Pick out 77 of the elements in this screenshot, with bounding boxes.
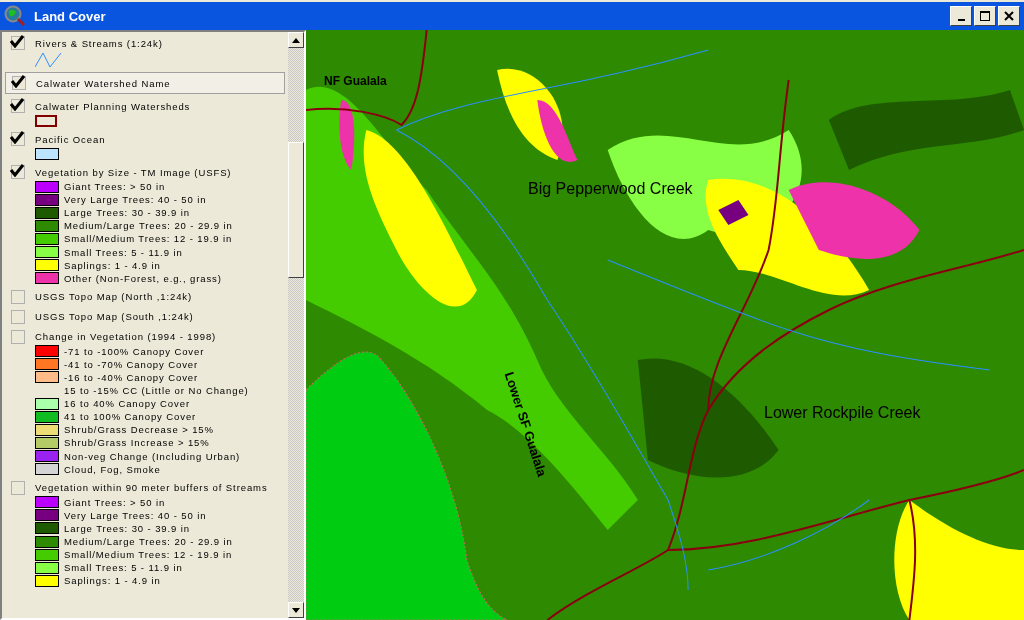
class-label: 41 to 100% Canopy Cover — [64, 411, 197, 423]
layer-checkbox[interactable] — [11, 132, 25, 146]
close-icon — [1004, 11, 1014, 21]
scroll-down-button[interactable] — [288, 602, 304, 618]
layer-name: Vegetation by Size - TM Image (USFS) — [35, 166, 232, 178]
class-label: Giant Trees: > 50 in — [64, 496, 166, 508]
class-label: -41 to -70% Canopy Cover — [64, 358, 199, 370]
class-label: Very Large Trees: 40 - 50 in — [64, 194, 207, 206]
layer-checkbox[interactable] — [11, 165, 25, 179]
class-label: Small Trees: 5 - 11.9 in — [64, 562, 183, 574]
scroll-up-button[interactable] — [288, 32, 304, 48]
class-label: Shrub/Grass Increase > 15% — [64, 437, 210, 449]
maximize-button[interactable] — [974, 6, 996, 26]
map-label: NF Gualala — [324, 74, 387, 88]
minimize-button[interactable] — [950, 6, 972, 26]
layer-name: USGS Topo Map (North ,1:24k) — [35, 291, 193, 303]
layer-row[interactable]: Vegetation by Size - TM Image (USFS) — [5, 164, 285, 180]
class-label: Large Trees: 30 - 39.9 in — [64, 522, 190, 534]
map-label: Lower Rockpile Creek — [764, 404, 921, 422]
layer-name: Calwater Watershed Name — [36, 77, 171, 89]
layer-row[interactable]: Vegetation within 90 meter buffers of Streams — [5, 479, 285, 496]
class-label: Shrub/Grass Decrease > 15% — [64, 424, 214, 436]
layer-name: Pacific Ocean — [35, 133, 106, 145]
maximize-icon — [980, 11, 990, 21]
globe-magnifier-icon — [4, 5, 26, 27]
layer-checkbox[interactable] — [11, 289, 25, 304]
layer-row[interactable]: Calwater Watershed Name — [5, 72, 285, 94]
class-label: Large Trees: 30 - 39.9 in — [64, 207, 190, 219]
layer-checkbox[interactable] — [11, 99, 25, 113]
checkmark-icon — [10, 98, 24, 111]
scroll-thumb[interactable] — [288, 142, 304, 278]
layer-checkbox[interactable] — [11, 329, 25, 344]
class-label: Small/Medium Trees: 12 - 19.9 in — [64, 549, 233, 561]
layer-name: USGS Topo Map (South ,1:24k) — [35, 311, 194, 323]
layer-name: Vegetation within 90 meter buffers of Streams — [35, 482, 268, 494]
checkmark-icon — [10, 164, 24, 177]
class-label: Other (Non-Forest, e.g., grass) — [64, 272, 222, 284]
window-title: Land Cover — [34, 8, 107, 24]
class-label: 16 to 40% Canopy Cover — [64, 398, 190, 410]
class-label: Non-veg Change (Including Urban) — [64, 450, 241, 462]
ocean-fill-swatch — [35, 148, 59, 160]
layer-row[interactable]: Pacific Ocean — [5, 131, 285, 147]
layer-checkbox[interactable] — [11, 36, 25, 50]
layer-name: Calwater Planning Watersheds — [35, 100, 191, 112]
checkmark-icon — [11, 75, 25, 88]
vertical-scrollbar[interactable] — [288, 32, 304, 618]
up-arrow-icon — [292, 37, 300, 43]
layer-name: Change in Vegetation (1994 - 1998) — [35, 331, 217, 343]
minimize-icon — [957, 18, 965, 21]
class-label: Very Large Trees: 40 - 50 in — [64, 509, 207, 521]
class-label: Small Trees: 5 - 11.9 in — [64, 246, 183, 258]
class-label: Saplings: 1 - 4.9 in — [64, 259, 161, 271]
layer-row[interactable]: Calwater Planning Watersheds — [5, 98, 285, 114]
layer-row[interactable]: USGS Topo Map (North ,1:24k) — [5, 288, 285, 305]
layer-row[interactable]: USGS Topo Map (South ,1:24k) — [5, 308, 285, 325]
layer-row[interactable]: Change in Vegetation (1994 - 1998) — [5, 328, 285, 345]
layer-checkbox[interactable] — [11, 480, 25, 495]
class-label: 15 to -15% CC (Little or No Change) — [64, 385, 249, 397]
layer-checkbox[interactable] — [11, 309, 25, 324]
class-label: Small/Medium Trees: 12 - 19.9 in — [64, 233, 233, 245]
class-label: Saplings: 1 - 4.9 in — [64, 575, 161, 587]
checkmark-icon — [10, 35, 24, 48]
class-label: -16 to -40% Canopy Cover — [64, 372, 199, 383]
map-label: Lower SF Gualala — [501, 370, 550, 479]
close-button[interactable] — [998, 6, 1020, 26]
class-label: Medium/Large Trees: 20 - 29.9 in — [64, 220, 233, 232]
class-label: Giant Trees: > 50 in — [64, 181, 166, 193]
down-arrow-icon — [292, 607, 300, 613]
class-label: -71 to -100% Canopy Cover — [64, 345, 205, 357]
stream-line-symbol — [35, 52, 62, 68]
layer-checkbox[interactable] — [12, 76, 26, 90]
checkmark-icon — [10, 131, 24, 144]
layer-row[interactable]: Rivers & Streams (1:24k) — [5, 35, 285, 51]
layer-name: Rivers & Streams (1:24k) — [35, 37, 163, 49]
class-label: Cloud, Fog, Smoke — [64, 463, 161, 475]
class-label: Medium/Large Trees: 20 - 29.9 in — [64, 536, 233, 547]
watershed-outline-symbol — [35, 115, 57, 127]
